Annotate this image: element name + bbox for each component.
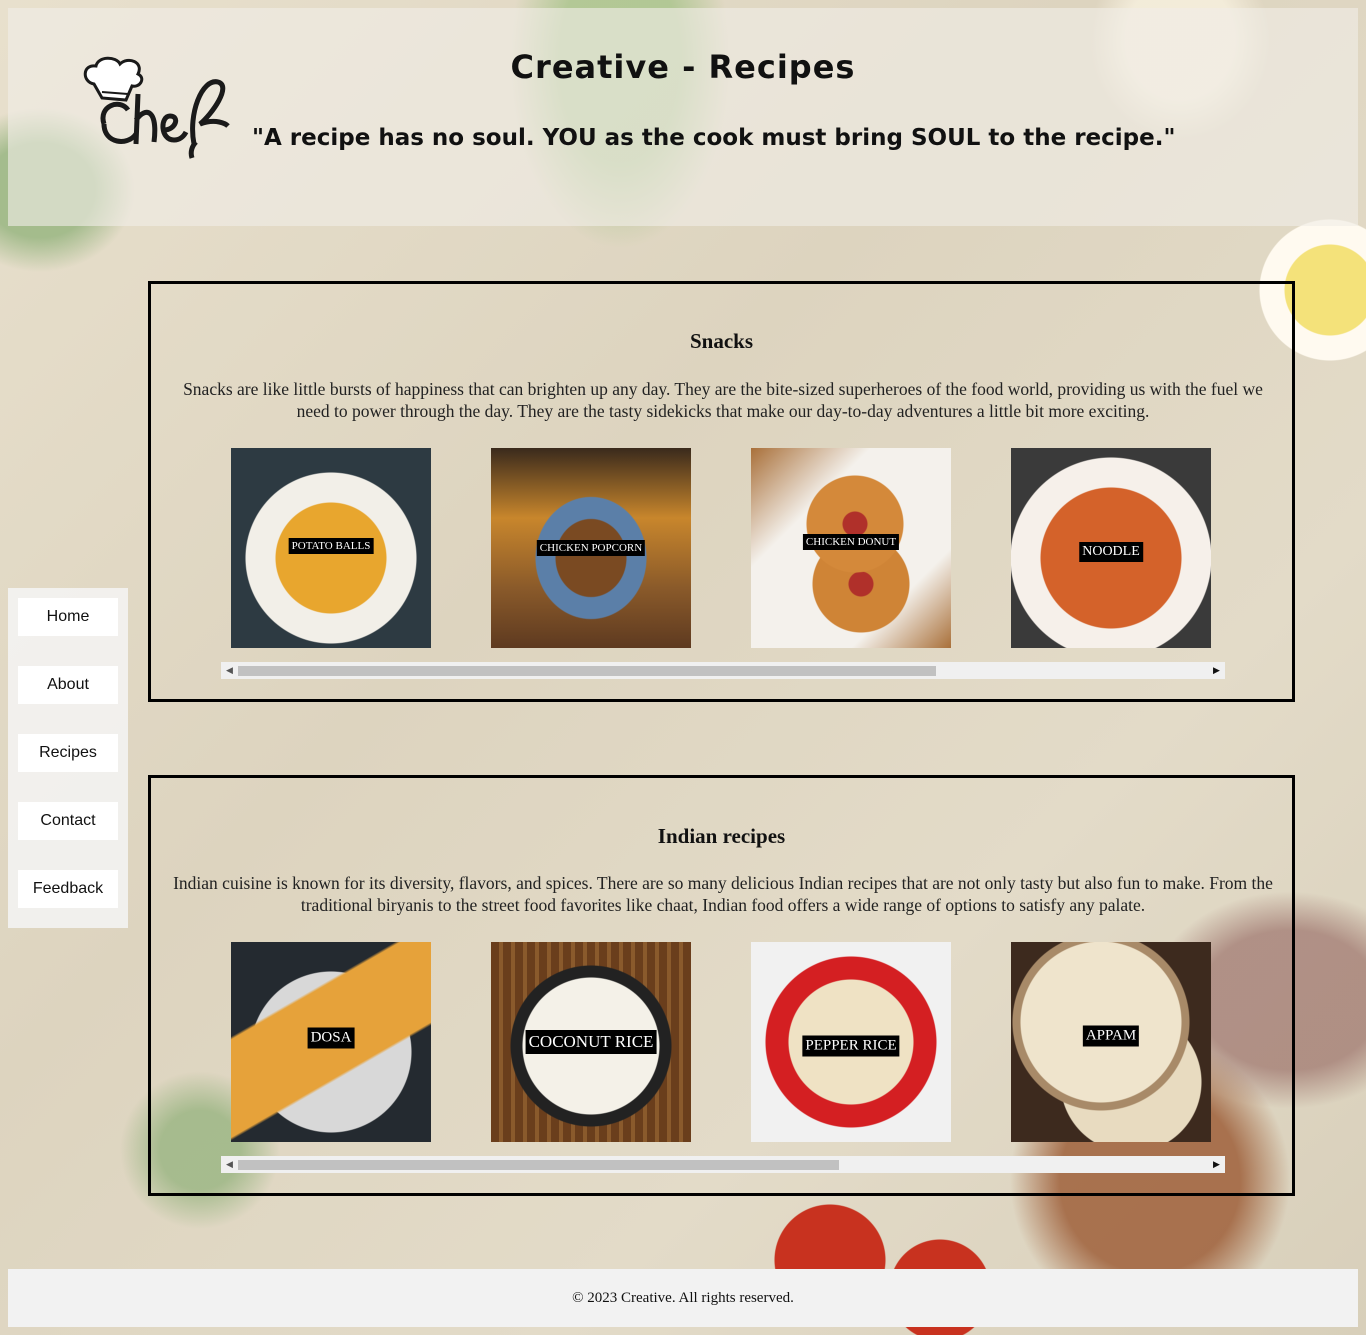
recipe-card-chicken-popcorn[interactable]: CHICKEN POPCORN bbox=[491, 448, 691, 648]
recipe-card-pepper-rice[interactable]: PEPPER RICE bbox=[751, 942, 951, 1142]
indian-recipes-section: Indian recipes Indian cuisine is known f… bbox=[148, 775, 1295, 1196]
site-header: Creative - Recipes "A recipe has no soul… bbox=[8, 8, 1358, 226]
recipe-label: NOODLE bbox=[1079, 542, 1143, 562]
scroll-right-arrow[interactable]: ▶ bbox=[1208, 1156, 1225, 1173]
recipe-label: APPAM bbox=[1082, 1025, 1140, 1047]
section-description: Snacks are like little bursts of happine… bbox=[183, 379, 1263, 421]
scroll-right-arrow[interactable]: ▶ bbox=[1208, 662, 1225, 679]
section-description: Indian cuisine is known for its diversit… bbox=[173, 873, 1273, 915]
section-title: Snacks bbox=[689, 329, 754, 353]
recipe-card-dosa[interactable]: DOSA bbox=[231, 942, 431, 1142]
recipe-label: CHICKEN DONUT bbox=[802, 534, 900, 550]
snacks-section: Snacks Snacks are like little bursts of … bbox=[148, 281, 1295, 702]
horizontal-scrollbar[interactable]: ◀ ▶ bbox=[221, 662, 1225, 679]
nav-home-button[interactable]: Home bbox=[18, 598, 118, 636]
recipe-card-chicken-donut[interactable]: CHICKEN DONUT bbox=[751, 448, 951, 648]
nav-recipes-button[interactable]: Recipes bbox=[18, 734, 118, 772]
recipe-label: POTATO BALLS bbox=[288, 538, 374, 554]
site-footer: © 2023 Creative. All rights reserved. bbox=[8, 1269, 1358, 1327]
copyright-text: © 2023 Creative. All rights reserved. bbox=[572, 1289, 794, 1306]
recipe-label: DOSA bbox=[307, 1027, 355, 1049]
recipe-label: PEPPER RICE bbox=[802, 1035, 900, 1057]
scroll-left-arrow[interactable]: ◀ bbox=[221, 1156, 238, 1173]
side-navigation: Home About Recipes Contact Feedback bbox=[8, 588, 128, 928]
recipe-gallery[interactable]: POTATO BALLS CHICKEN POPCORN CHICKEN DON… bbox=[221, 448, 1227, 688]
nav-feedback-button[interactable]: Feedback bbox=[18, 870, 118, 908]
horizontal-scrollbar[interactable]: ◀ ▶ bbox=[221, 1156, 1225, 1173]
recipe-card-potato-balls[interactable]: POTATO BALLS bbox=[231, 448, 431, 648]
recipe-label: COCONUT RICE bbox=[525, 1030, 657, 1054]
scroll-left-arrow[interactable]: ◀ bbox=[221, 662, 238, 679]
nav-about-button[interactable]: About bbox=[18, 666, 118, 704]
tagline: "A recipe has no soul. YOU as the cook m… bbox=[252, 125, 1176, 151]
scrollbar-thumb[interactable] bbox=[238, 1160, 839, 1170]
recipe-card-noodle[interactable]: NOODLE bbox=[1011, 448, 1211, 648]
recipe-label: CHICKEN POPCORN bbox=[536, 540, 646, 556]
recipe-card-coconut-rice[interactable]: COCONUT RICE bbox=[491, 942, 691, 1142]
recipe-card-appam[interactable]: APPAM bbox=[1011, 942, 1211, 1142]
section-title: Indian recipes bbox=[657, 824, 786, 848]
page-title: Creative - Recipes bbox=[510, 48, 856, 86]
nav-contact-button[interactable]: Contact bbox=[18, 802, 118, 840]
recipe-gallery[interactable]: DOSA COCONUT RICE PEPPER RICE APPAM ◀ ▶ bbox=[221, 942, 1227, 1182]
scrollbar-thumb[interactable] bbox=[238, 666, 936, 676]
